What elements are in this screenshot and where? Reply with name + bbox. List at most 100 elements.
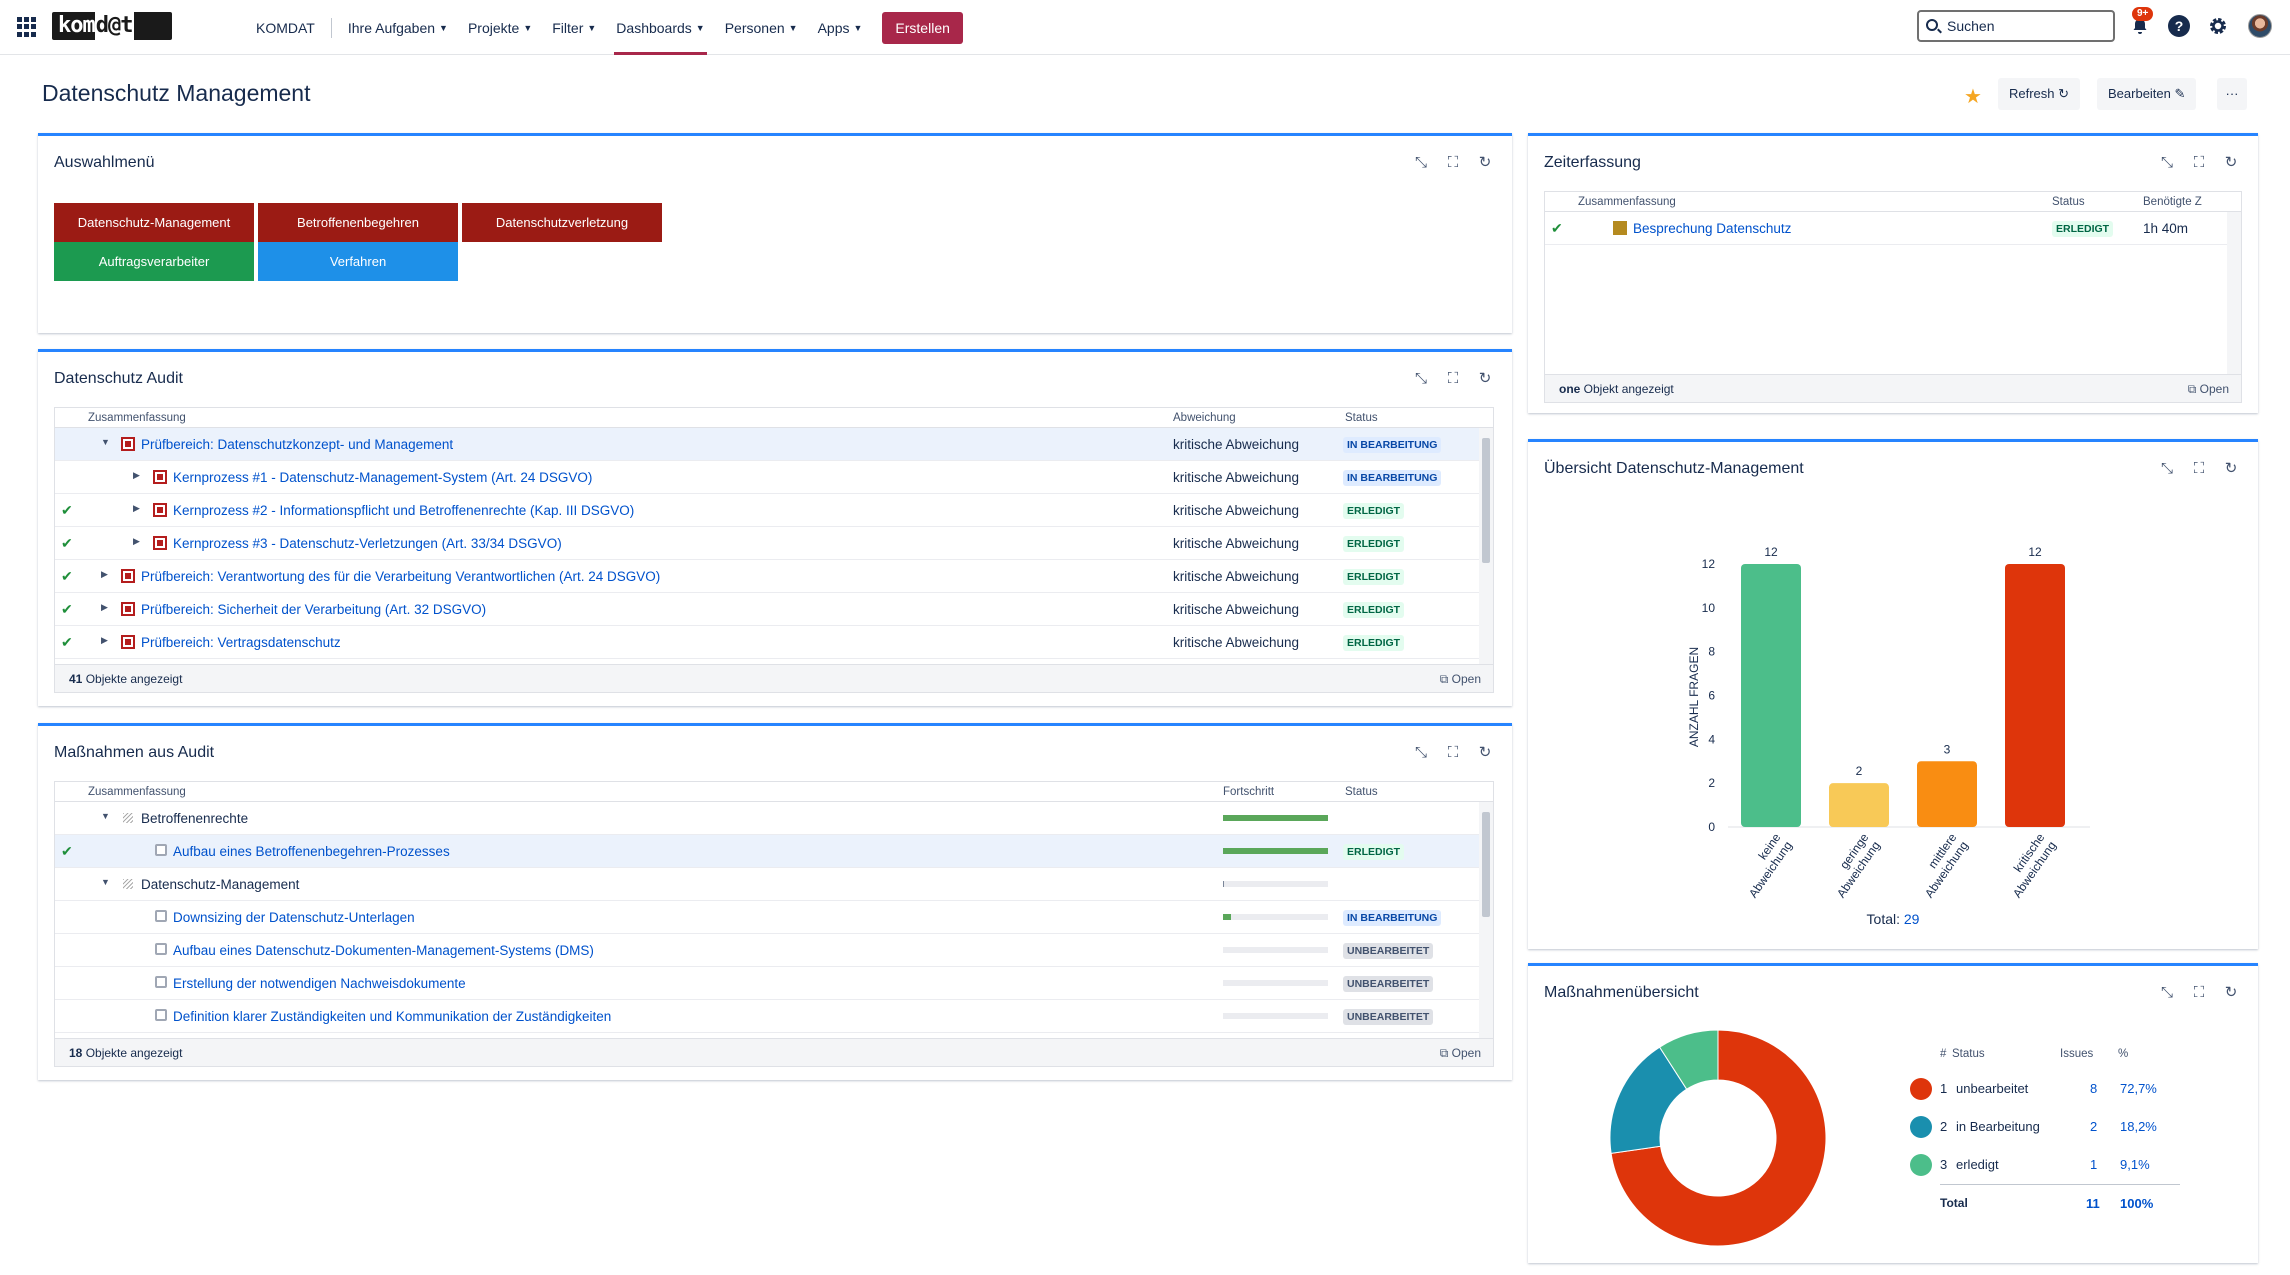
edit-button[interactable]: Bearbeiten ✎ bbox=[2097, 78, 2197, 110]
legend-percent[interactable]: 18,2% bbox=[2120, 1119, 2157, 1134]
column-header[interactable]: Status bbox=[1345, 412, 1378, 424]
legend-percent[interactable]: 72,7% bbox=[2120, 1081, 2157, 1096]
refresh-icon[interactable]: ↻ bbox=[1476, 370, 1494, 388]
open-link[interactable]: ⧉ Open bbox=[1440, 672, 1481, 687]
table-row[interactable]: ✔ Aufbau eines Betroffenenbegehren-Prozes… bbox=[55, 835, 1479, 868]
menu-button-4[interactable]: Verfahren bbox=[258, 242, 458, 281]
legend-percent[interactable]: 9,1% bbox=[2120, 1157, 2150, 1172]
create-button[interactable]: Erstellen bbox=[882, 11, 963, 44]
favorite-star-icon[interactable]: ★ bbox=[1964, 84, 1982, 109]
column-header[interactable]: Benötigte Z bbox=[2143, 196, 2202, 208]
expand-chevron-icon[interactable]: ▶ bbox=[133, 470, 140, 481]
row-summary-link[interactable]: Definition klarer Zuständigkeiten und Ko… bbox=[173, 1009, 611, 1024]
nav-item-1[interactable]: Ihre Aufgaben ▼ bbox=[338, 0, 458, 55]
table-row[interactable]: ▼ Prüfbereich: Datenschutzkonzept- und Ma… bbox=[55, 428, 1479, 461]
table-row[interactable]: Definition klarer Zuständigkeiten und Ko… bbox=[55, 1000, 1479, 1033]
legend-issues[interactable]: 2 bbox=[2090, 1119, 2097, 1134]
collapse-chevron-icon[interactable]: ▼ bbox=[101, 437, 110, 447]
maximize-icon[interactable]: ⛶ bbox=[2190, 154, 2208, 172]
table-row[interactable]: Aufbau eines Datenschutz-Dokumenten-Mana… bbox=[55, 934, 1479, 967]
row-summary-link[interactable]: Kernprozess #2 - Informationspflicht und… bbox=[173, 503, 634, 518]
table-row[interactable]: ▶ Kernprozess #1 - Datenschutz-Management… bbox=[55, 461, 1479, 494]
expand-chevron-icon[interactable]: ▶ bbox=[101, 602, 108, 613]
row-summary-link[interactable]: Prüfbereich: Sicherheit der Verarbeitung… bbox=[141, 602, 486, 617]
bar[interactable] bbox=[1917, 761, 1977, 827]
menu-button-1[interactable]: Betroffenenbegehren bbox=[258, 203, 458, 242]
settings-gear-icon[interactable] bbox=[2206, 14, 2230, 38]
legend-issues[interactable]: 1 bbox=[2090, 1157, 2097, 1172]
refresh-icon[interactable]: ↻ bbox=[2222, 984, 2240, 1002]
collapse-chevron-icon[interactable]: ▼ bbox=[101, 811, 110, 821]
nav-item-5[interactable]: Personen ▼ bbox=[715, 0, 808, 55]
maximize-icon[interactable]: ⛶ bbox=[1444, 154, 1462, 172]
minimize-icon[interactable]: ⤡ bbox=[2158, 154, 2176, 172]
column-header[interactable]: Status bbox=[2052, 196, 2085, 208]
refresh-button[interactable]: Refresh ↻ bbox=[1998, 78, 2081, 110]
table-row[interactable]: ✔ Besprechung Datenschutz ERLEDIGT 1h 40… bbox=[1545, 212, 2227, 245]
menu-button-0[interactable]: Datenschutz-Management bbox=[54, 203, 254, 242]
user-avatar[interactable] bbox=[2248, 14, 2272, 38]
refresh-icon[interactable]: ↻ bbox=[1476, 744, 1494, 762]
expand-chevron-icon[interactable]: ▶ bbox=[101, 635, 108, 646]
nav-item-3[interactable]: Filter ▼ bbox=[542, 0, 606, 55]
open-link[interactable]: ⧉ Open bbox=[1440, 1046, 1481, 1061]
logo[interactable]: komd@t bbox=[52, 12, 172, 40]
minimize-icon[interactable]: ⤡ bbox=[2158, 460, 2176, 478]
column-header[interactable]: Zusammenfassung bbox=[88, 412, 186, 424]
column-header[interactable]: Status bbox=[1345, 786, 1378, 798]
nav-item-6[interactable]: Apps ▼ bbox=[808, 0, 873, 55]
column-header[interactable]: Zusammenfassung bbox=[1578, 196, 1676, 208]
row-summary-link[interactable]: Kernprozess #1 - Datenschutz-Management-… bbox=[173, 470, 592, 485]
menu-button-3[interactable]: Auftragsverarbeiter bbox=[54, 242, 254, 281]
maximize-icon[interactable]: ⛶ bbox=[2190, 460, 2208, 478]
expand-chevron-icon[interactable]: ▶ bbox=[133, 536, 140, 547]
expand-chevron-icon[interactable]: ▶ bbox=[133, 503, 140, 514]
row-summary-link[interactable]: Besprechung Datenschutz bbox=[1633, 221, 1791, 236]
help-icon[interactable]: ? bbox=[2168, 15, 2190, 37]
expand-chevron-icon[interactable]: ▶ bbox=[101, 569, 108, 580]
row-summary-link[interactable]: Erstellung der notwendigen Nachweisdokum… bbox=[173, 976, 466, 991]
scrollbar[interactable] bbox=[2227, 212, 2241, 374]
open-link[interactable]: ⧉ Open bbox=[2188, 382, 2229, 397]
nav-item-2[interactable]: Projekte ▼ bbox=[458, 0, 542, 55]
search-input[interactable]: Suchen bbox=[1917, 10, 2115, 42]
table-row[interactable]: ▼ Betroffenenrechte bbox=[55, 802, 1479, 835]
minimize-icon[interactable]: ⤡ bbox=[1412, 744, 1430, 762]
row-summary-link[interactable]: Prüfbereich: Datenschutzkonzept- und Man… bbox=[141, 437, 453, 452]
refresh-icon[interactable]: ↻ bbox=[1476, 154, 1494, 172]
row-summary-link[interactable]: Prüfbereich: Verantwortung des für die V… bbox=[141, 569, 660, 584]
column-header[interactable]: Abweichung bbox=[1173, 412, 1236, 424]
refresh-icon[interactable]: ↻ bbox=[2222, 154, 2240, 172]
minimize-icon[interactable]: ⤡ bbox=[1412, 370, 1430, 388]
menu-button-2[interactable]: Datenschutzverletzung bbox=[462, 203, 662, 242]
scrollbar[interactable] bbox=[1479, 428, 1493, 664]
table-row[interactable]: Downsizing der Datenschutz-Unterlagen IN … bbox=[55, 901, 1479, 934]
nav-item-4[interactable]: Dashboards ▼ bbox=[606, 0, 714, 55]
app-switcher-icon[interactable] bbox=[17, 17, 37, 37]
more-actions-button[interactable]: ··· bbox=[2217, 78, 2247, 110]
row-summary-link[interactable]: Downsizing der Datenschutz-Unterlagen bbox=[173, 910, 415, 925]
bar[interactable] bbox=[1829, 783, 1889, 827]
table-row[interactable]: Erstellung der notwendigen Nachweisdokum… bbox=[55, 967, 1479, 1000]
collapse-chevron-icon[interactable]: ▼ bbox=[101, 877, 110, 887]
table-row[interactable]: ▼ Datenschutz-Management bbox=[55, 868, 1479, 901]
table-row[interactable]: ✔ ▶ Prüfbereich: Sicherheit der Verarbeitu… bbox=[55, 593, 1479, 626]
row-summary-link[interactable]: Kernprozess #3 - Datenschutz-Verletzunge… bbox=[173, 536, 562, 551]
maximize-icon[interactable]: ⛶ bbox=[1444, 744, 1462, 762]
row-summary-link[interactable]: Prüfbereich: Vertragsdatenschutz bbox=[141, 635, 341, 650]
bar[interactable] bbox=[2005, 564, 2065, 827]
column-header[interactable]: Fortschritt bbox=[1223, 786, 1274, 798]
maximize-icon[interactable]: ⛶ bbox=[2190, 984, 2208, 1002]
table-row[interactable]: ✔ ▶ Kernprozess #2 - Informationspflicht u… bbox=[55, 494, 1479, 527]
table-row[interactable]: ✔ ▶ Kernprozess #3 - Datenschutz-Verletzun… bbox=[55, 527, 1479, 560]
nav-item-0[interactable]: KOMDAT bbox=[246, 17, 332, 38]
row-summary-link[interactable]: Aufbau eines Datenschutz-Dokumenten-Mana… bbox=[173, 943, 594, 958]
minimize-icon[interactable]: ⤡ bbox=[1412, 154, 1430, 172]
bar[interactable] bbox=[1741, 564, 1801, 827]
minimize-icon[interactable]: ⤡ bbox=[2158, 984, 2176, 1002]
scrollbar[interactable] bbox=[1479, 802, 1493, 1038]
row-summary-link[interactable]: Aufbau eines Betroffenenbegehren-Prozess… bbox=[173, 844, 450, 859]
column-header[interactable]: Zusammenfassung bbox=[88, 786, 186, 798]
table-row[interactable]: ✔ ▶ Prüfbereich: Vertragsdatenschutz kritis… bbox=[55, 626, 1479, 659]
legend-issues[interactable]: 8 bbox=[2090, 1081, 2097, 1096]
